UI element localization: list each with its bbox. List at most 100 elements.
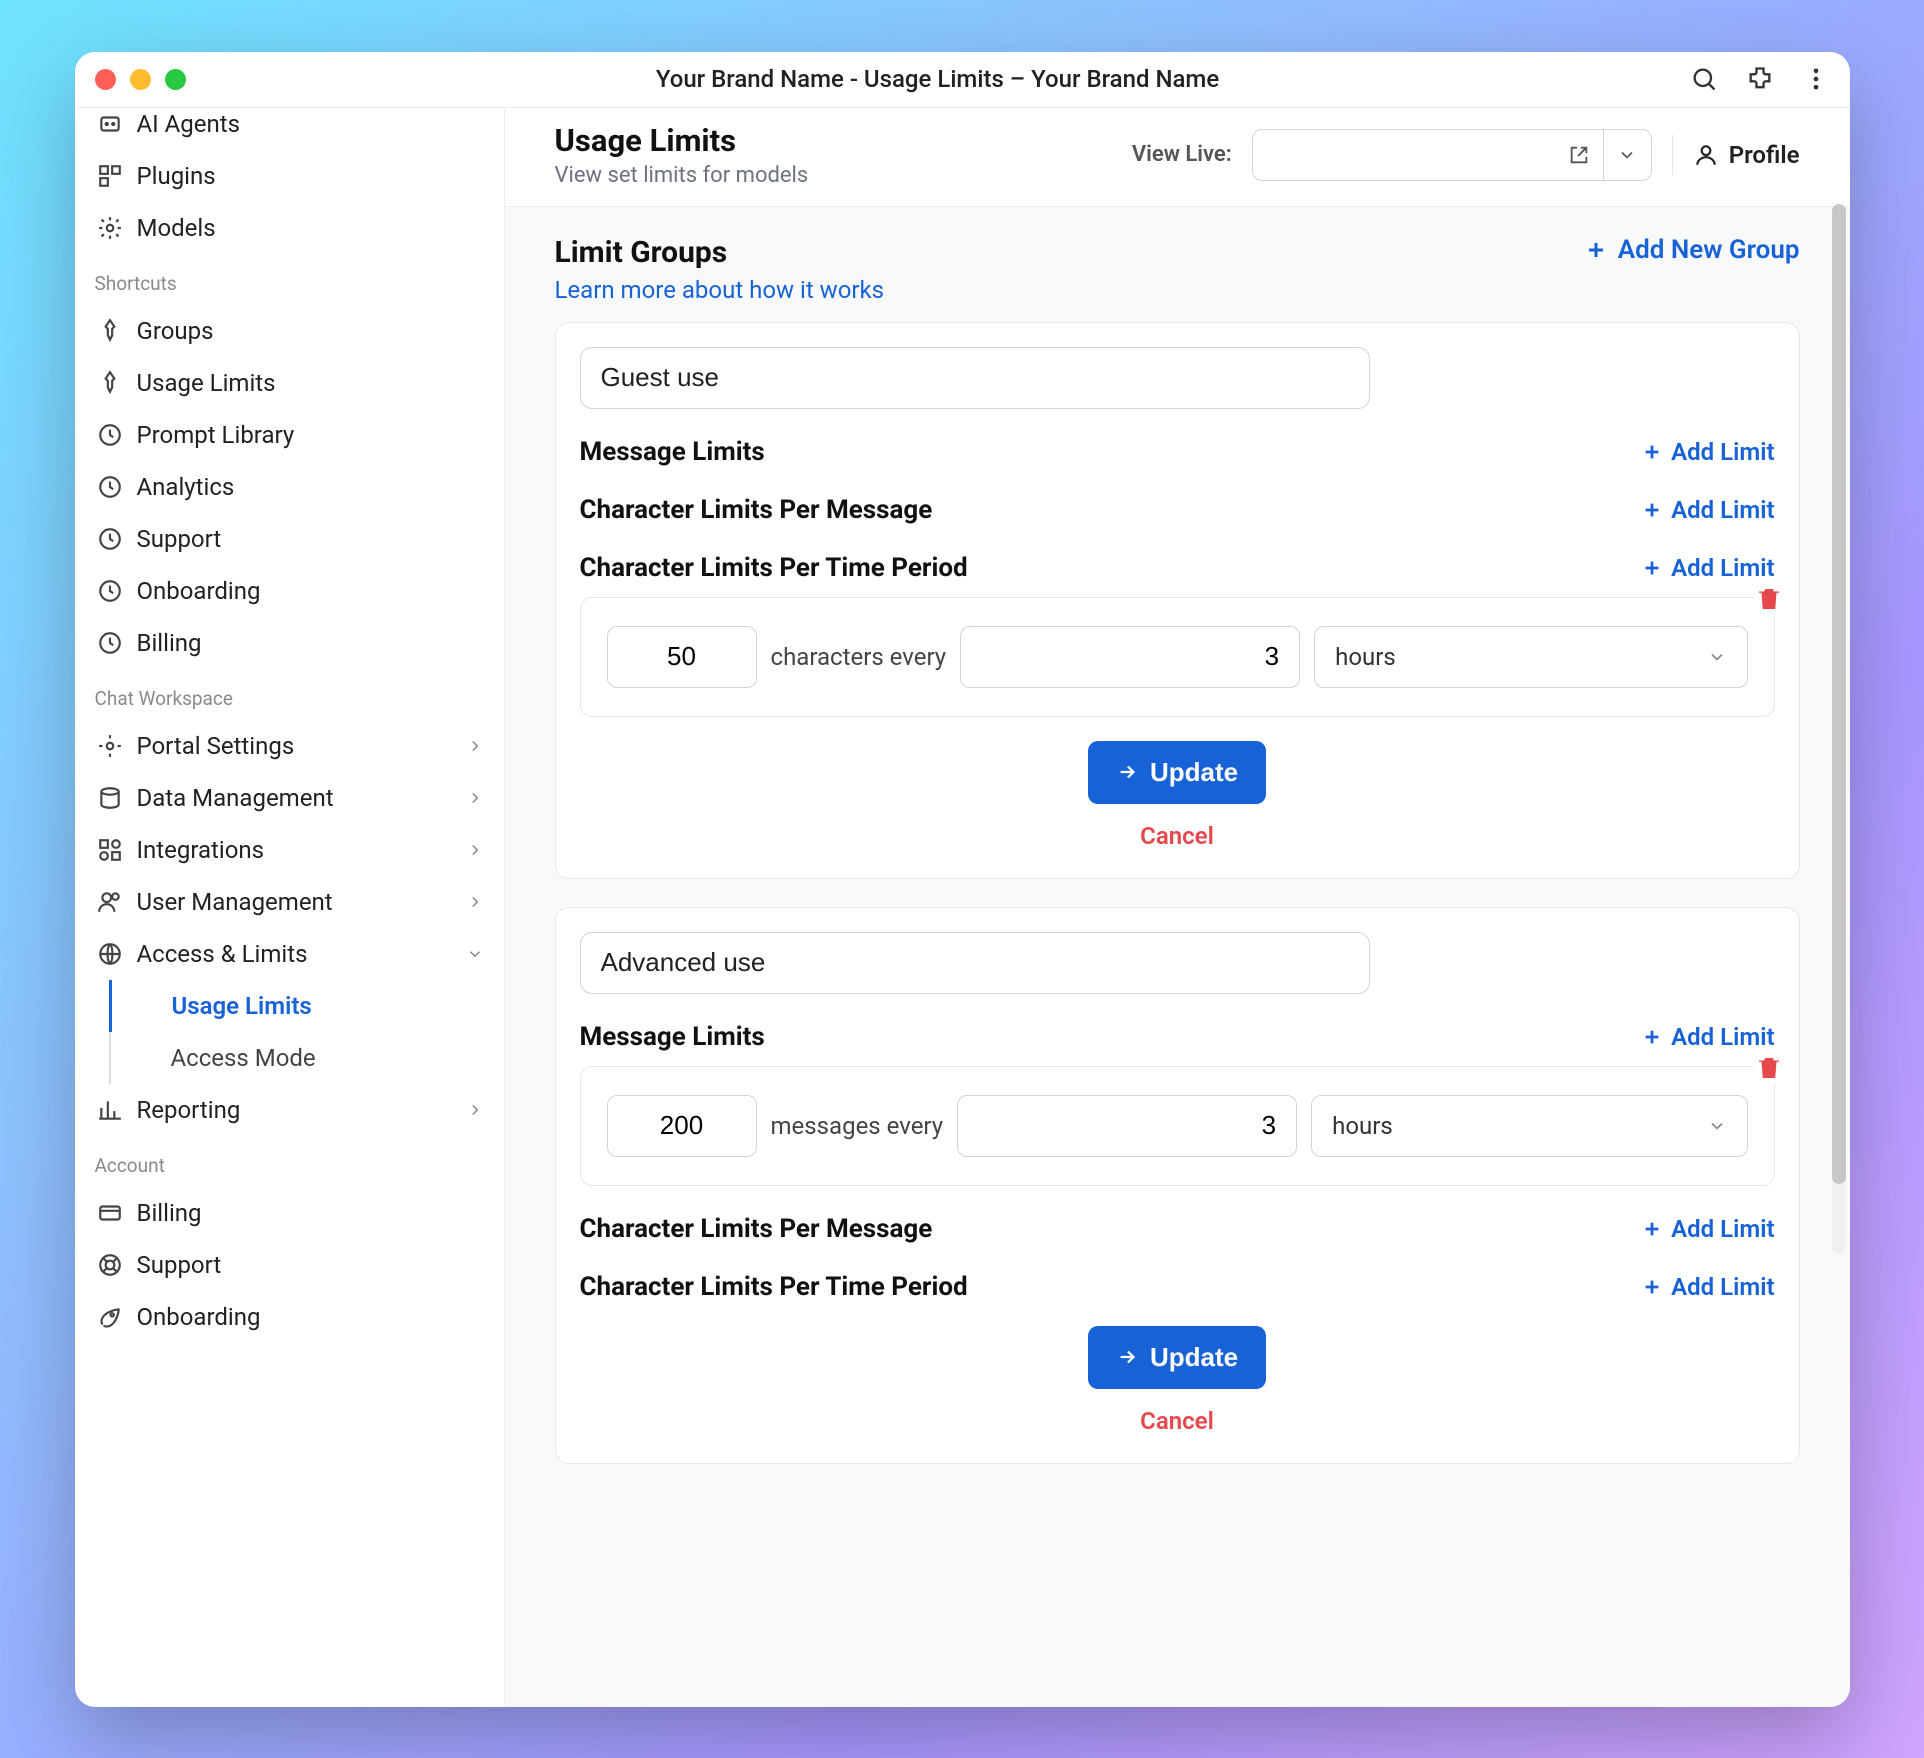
window-minimize-button[interactable] [130,69,151,90]
characters-every-label: characters every [771,643,947,671]
sidebar-item-plugins[interactable]: Plugins [75,150,504,202]
clock-icon [97,422,123,448]
sidebar-section-workspace: Chat Workspace [75,669,504,720]
clock-icon [97,474,123,500]
section-message-limits: Message Limits [580,437,765,467]
window-title: Your Brand Name - Usage Limits – Your Br… [186,65,1690,93]
sidebar-item-ai-agents[interactable]: AI Agents [75,110,504,150]
card-icon [97,1200,123,1226]
page-header: Usage Limits View set limits for models … [505,108,1850,207]
sidebar-item-data-management[interactable]: Data Management [75,772,504,824]
sidebar-item-access-limits[interactable]: Access & Limits [75,928,504,980]
update-button[interactable]: Update [1088,741,1266,804]
messages-every-label: messages every [771,1112,944,1140]
rocket-icon [97,1304,123,1330]
chevron-down-icon [1707,1116,1727,1136]
sidebar-item-label: AI Agents [137,110,241,138]
every-input[interactable] [960,626,1300,688]
scrollbar[interactable] [1832,204,1846,1254]
sidebar-item-prompt-library[interactable]: Prompt Library [75,409,504,461]
profile-button[interactable]: Profile [1693,141,1800,169]
section-char-per-period: Character Limits Per Time Period [580,553,968,583]
limit-row: messages every hours [580,1066,1775,1186]
add-limit-button[interactable]: Add Limit [1641,1215,1774,1243]
scrollbar-thumb[interactable] [1832,204,1846,1184]
clock-icon [97,578,123,604]
sidebar-item-usage-limits[interactable]: Usage Limits [75,357,504,409]
section-message-limits: Message Limits [580,1022,765,1052]
sidebar-item-user-management[interactable]: User Management [75,876,504,928]
clock-icon [97,630,123,656]
user-icon [1693,142,1719,168]
unit-select[interactable]: hours [1314,626,1747,688]
window-maximize-button[interactable] [165,69,186,90]
search-icon[interactable] [1690,65,1718,93]
chevron-down-icon [466,945,484,963]
add-new-group-button[interactable]: Add New Group [1584,235,1800,265]
add-limit-button[interactable]: Add Limit [1641,1023,1774,1051]
limit-groups-title: Limit Groups [555,235,885,270]
section-char-per-message: Character Limits Per Message [580,1214,933,1244]
sidebar-item-onboarding[interactable]: Onboarding [75,565,504,617]
add-limit-button[interactable]: Add Limit [1641,1273,1774,1301]
delete-limit-button[interactable] [1754,584,1784,614]
amount-input[interactable] [607,626,757,688]
delete-limit-button[interactable] [1754,1053,1784,1083]
sidebar-item-account-support[interactable]: Support [75,1239,504,1291]
sidebar-item-portal-settings[interactable]: Portal Settings [75,720,504,772]
group-name-input[interactable] [580,347,1370,409]
cancel-button[interactable]: Cancel [580,822,1775,850]
gear-icon [97,215,123,241]
database-icon [97,785,123,811]
chevron-right-icon [466,737,484,755]
grid-icon [97,837,123,863]
chart-icon [97,1097,123,1123]
sidebar-item-billing[interactable]: Billing [75,617,504,669]
external-link-icon[interactable] [1555,144,1603,166]
view-live-label: View Live: [1132,142,1232,167]
sidebar-item-account-onboarding[interactable]: Onboarding [75,1291,504,1343]
update-button[interactable]: Update [1088,1326,1266,1389]
chevron-right-icon [466,841,484,859]
group-name-input[interactable] [580,932,1370,994]
learn-more-link[interactable]: Learn more about how it works [555,276,885,304]
add-limit-button[interactable]: Add Limit [1641,496,1774,524]
chevron-down-icon [1707,647,1727,667]
cancel-button[interactable]: Cancel [580,1407,1775,1435]
sidebar: AI Agents Plugins Models Shortcuts Group… [75,108,505,1707]
more-icon[interactable] [1802,65,1830,93]
titlebar: Your Brand Name - Usage Limits – Your Br… [75,52,1850,108]
sidebar-item-analytics[interactable]: Analytics [75,461,504,513]
pin-icon [97,370,123,396]
page-title: Usage Limits [555,122,1132,159]
every-input[interactable] [957,1095,1297,1157]
chevron-right-icon [466,1101,484,1119]
sidebar-item-groups[interactable]: Groups [75,305,504,357]
group-card: Message Limits Add Limit messages every … [555,907,1800,1464]
section-char-per-message: Character Limits Per Message [580,495,933,525]
users-icon [97,889,123,915]
sidebar-item-models[interactable]: Models [75,202,504,254]
chevron-right-icon [466,789,484,807]
support-icon [97,1252,123,1278]
sidebar-item-reporting[interactable]: Reporting [75,1084,504,1136]
page-subtitle: View set limits for models [555,163,1132,188]
sidebar-section-shortcuts: Shortcuts [75,254,504,305]
pin-icon [97,318,123,344]
group-card: Message Limits Add Limit Character Limit… [555,322,1800,879]
window-close-button[interactable] [95,69,116,90]
sidebar-sub-usage-limits[interactable]: Usage Limits [109,980,504,1032]
sidebar-item-support[interactable]: Support [75,513,504,565]
sidebar-item-account-billing[interactable]: Billing [75,1187,504,1239]
extension-icon[interactable] [1746,65,1774,93]
view-live-select[interactable] [1252,129,1652,181]
chevron-down-icon[interactable] [1603,130,1651,180]
unit-select[interactable]: hours [1311,1095,1747,1157]
add-limit-button[interactable]: Add Limit [1641,554,1774,582]
amount-input[interactable] [607,1095,757,1157]
sidebar-sub-access-mode[interactable]: Access Mode [109,1032,504,1084]
sidebar-item-integrations[interactable]: Integrations [75,824,504,876]
sidebar-item-label: Plugins [137,162,216,190]
add-limit-button[interactable]: Add Limit [1641,438,1774,466]
gear-icon [97,733,123,759]
